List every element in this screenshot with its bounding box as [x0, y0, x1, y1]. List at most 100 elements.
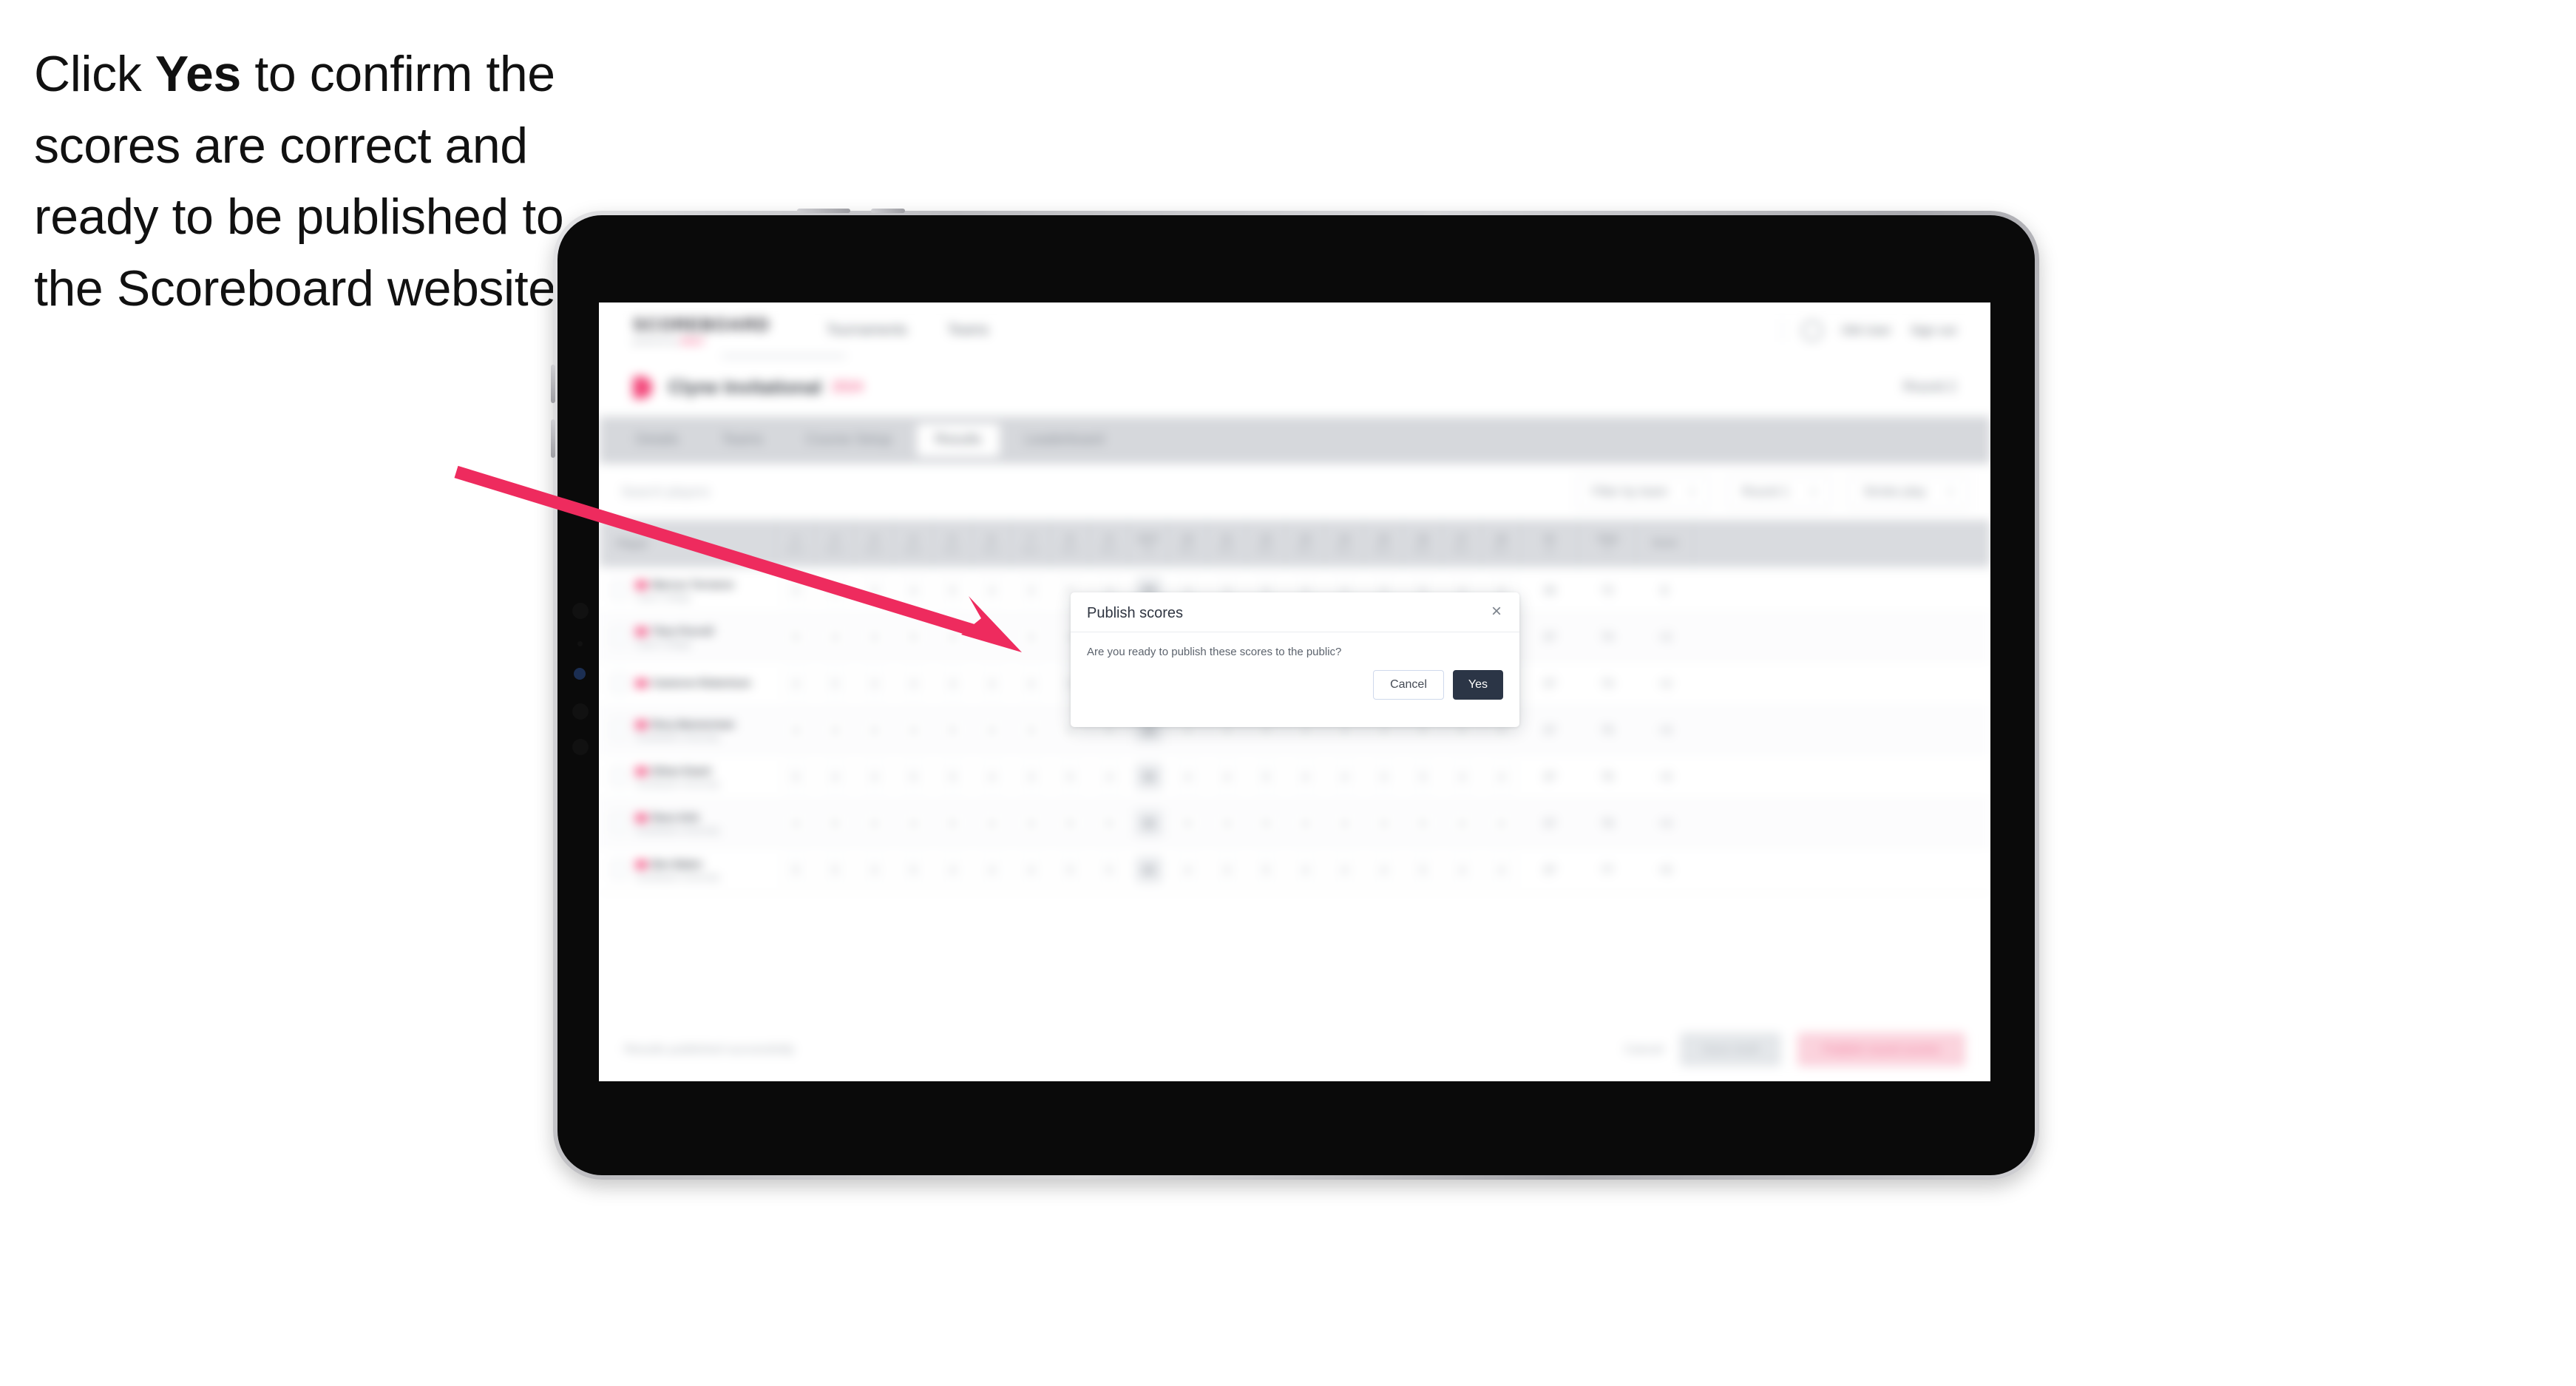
score-input[interactable]: 5: [1174, 810, 1201, 836]
cell-hole-score[interactable]: 4: [855, 800, 894, 846]
cell-hole-score[interactable]: 5: [1403, 754, 1443, 800]
brand-logo[interactable]: SCOREBOARD powered by GOLF: [633, 315, 770, 346]
score-input[interactable]: 4: [1488, 810, 1515, 836]
cell-hole-score[interactable]: 4: [1482, 800, 1521, 846]
cell-hole-score[interactable]: 3: [1364, 800, 1403, 846]
cell-hole-score[interactable]: 38: [1129, 754, 1168, 800]
score-input[interactable]: 4: [939, 670, 966, 697]
score-input[interactable]: 3: [861, 670, 888, 697]
cell-hole-score[interactable]: 5: [933, 800, 972, 846]
score-input[interactable]: 5: [1253, 810, 1280, 836]
tab-results[interactable]: Results: [917, 424, 1000, 456]
sign-out-link[interactable]: Sign out: [1911, 323, 1956, 338]
score-input[interactable]: 4: [978, 763, 1006, 790]
score-input[interactable]: 5: [1409, 763, 1437, 790]
score-input[interactable]: 3: [861, 763, 888, 790]
cell-hole-score[interactable]: 5: [933, 707, 972, 753]
score-input[interactable]: 4: [1331, 856, 1358, 883]
score-input[interactable]: 5: [900, 623, 927, 650]
drag-handle-icon[interactable]: [611, 766, 628, 787]
score-input[interactable]: 4: [782, 670, 810, 697]
score-input[interactable]: 5: [1057, 763, 1084, 790]
score-input[interactable]: 4: [821, 717, 849, 743]
cell-hole-score[interactable]: 5: [933, 567, 972, 613]
score-input[interactable]: 4: [1213, 763, 1241, 790]
score-input[interactable]: 4: [1292, 810, 1319, 836]
score-input[interactable]: 3: [861, 623, 888, 650]
cell-hole-score[interactable]: 4: [1207, 754, 1247, 800]
cell-hole-score[interactable]: 5: [1247, 847, 1286, 893]
yes-button[interactable]: Yes: [1452, 670, 1503, 700]
drag-handle-icon[interactable]: [611, 673, 628, 694]
cell-hole-score[interactable]: 4: [894, 800, 933, 846]
drag-handle-icon[interactable]: [611, 813, 628, 834]
tab-leaderboard[interactable]: Leaderboard: [1007, 424, 1122, 456]
cell-hole-score[interactable]: 4: [933, 847, 972, 893]
score-input[interactable]: 4: [978, 810, 1006, 836]
score-input[interactable]: 4: [1448, 810, 1476, 836]
score-input[interactable]: 4: [978, 577, 1006, 604]
score-input[interactable]: 4: [1017, 856, 1045, 883]
cell-hole-score[interactable]: 5: [894, 614, 933, 660]
cell-hole-score[interactable]: 39: [1129, 800, 1168, 846]
score-input[interactable]: 4: [1370, 856, 1397, 883]
score-input[interactable]: 3: [1017, 810, 1045, 836]
score-input[interactable]: 3: [1017, 623, 1045, 650]
cell-hole-score[interactable]: 4: [1168, 847, 1207, 893]
cell-hole-score[interactable]: 4: [1286, 754, 1325, 800]
score-input[interactable]: 5: [1409, 856, 1437, 883]
cell-hole-score[interactable]: 5: [1247, 800, 1286, 846]
score-input[interactable]: 4: [978, 670, 1006, 697]
cell-hole-score[interactable]: 4: [816, 567, 855, 613]
score-input[interactable]: 5: [939, 810, 966, 836]
filter-select-2[interactable]: Round 1 ▾: [1726, 476, 1831, 508]
score-input[interactable]: 5: [1253, 856, 1280, 883]
drag-handle-icon[interactable]: [611, 720, 628, 740]
cell-hole-score[interactable]: 4: [972, 707, 1011, 753]
cell-hole-score[interactable]: 4: [894, 707, 933, 753]
cell-hole-score[interactable]: 4: [1443, 847, 1482, 893]
cell-hole-score[interactable]: 3: [1011, 707, 1051, 753]
cell-hole-score[interactable]: 4: [972, 614, 1011, 660]
score-input[interactable]: 4: [1292, 763, 1319, 790]
score-input[interactable]: 4: [1174, 856, 1201, 883]
score-input[interactable]: 39: [1135, 810, 1162, 836]
score-input[interactable]: 4: [782, 577, 810, 604]
score-input[interactable]: 3: [1017, 577, 1045, 604]
search-input[interactable]: Search players: [621, 484, 710, 500]
score-input[interactable]: 4: [939, 623, 966, 650]
table-row[interactable]: Ethan Ewart Southbank University 5 4 3 5 5 4 3 5 4…: [599, 754, 1990, 800]
score-input[interactable]: 5: [1057, 810, 1084, 836]
avatar[interactable]: [1801, 320, 1823, 341]
cell-hole-score[interactable]: 4: [776, 660, 816, 706]
cell-hole-score[interactable]: 3: [855, 660, 894, 706]
nav-item-teams[interactable]: Teams: [947, 322, 989, 339]
score-input[interactable]: 3: [1370, 810, 1397, 836]
score-input[interactable]: 5: [900, 763, 927, 790]
cell-hole-score[interactable]: 5: [1051, 800, 1090, 846]
cell-hole-score[interactable]: 4: [776, 707, 816, 753]
cell-hole-score[interactable]: 4: [1482, 847, 1521, 893]
cell-hole-score[interactable]: 5: [1403, 800, 1443, 846]
score-input[interactable]: 3: [1017, 763, 1045, 790]
cell-hole-score[interactable]: 4: [1364, 847, 1403, 893]
score-input[interactable]: 4: [782, 717, 810, 743]
score-input[interactable]: 3: [1213, 856, 1241, 883]
cell-hole-score[interactable]: 5: [776, 614, 816, 660]
score-input[interactable]: 5: [939, 577, 966, 604]
score-input[interactable]: 5: [821, 856, 849, 883]
cell-hole-score[interactable]: 4: [1482, 754, 1521, 800]
cell-hole-score[interactable]: 3: [1364, 754, 1403, 800]
score-input[interactable]: 3: [861, 856, 888, 883]
score-input[interactable]: 4: [1292, 856, 1319, 883]
score-input[interactable]: 3: [1370, 763, 1397, 790]
score-input[interactable]: 4: [900, 717, 927, 743]
score-input[interactable]: 4: [900, 670, 927, 697]
cell-hole-score[interactable]: 4: [972, 847, 1011, 893]
score-input[interactable]: 4: [978, 623, 1006, 650]
score-input[interactable]: 5: [1096, 856, 1123, 883]
cell-hole-score[interactable]: 5: [933, 754, 972, 800]
cell-hole-score[interactable]: 4: [816, 754, 855, 800]
cell-hole-score[interactable]: 5: [894, 754, 933, 800]
cell-hole-score[interactable]: 5: [1090, 847, 1129, 893]
